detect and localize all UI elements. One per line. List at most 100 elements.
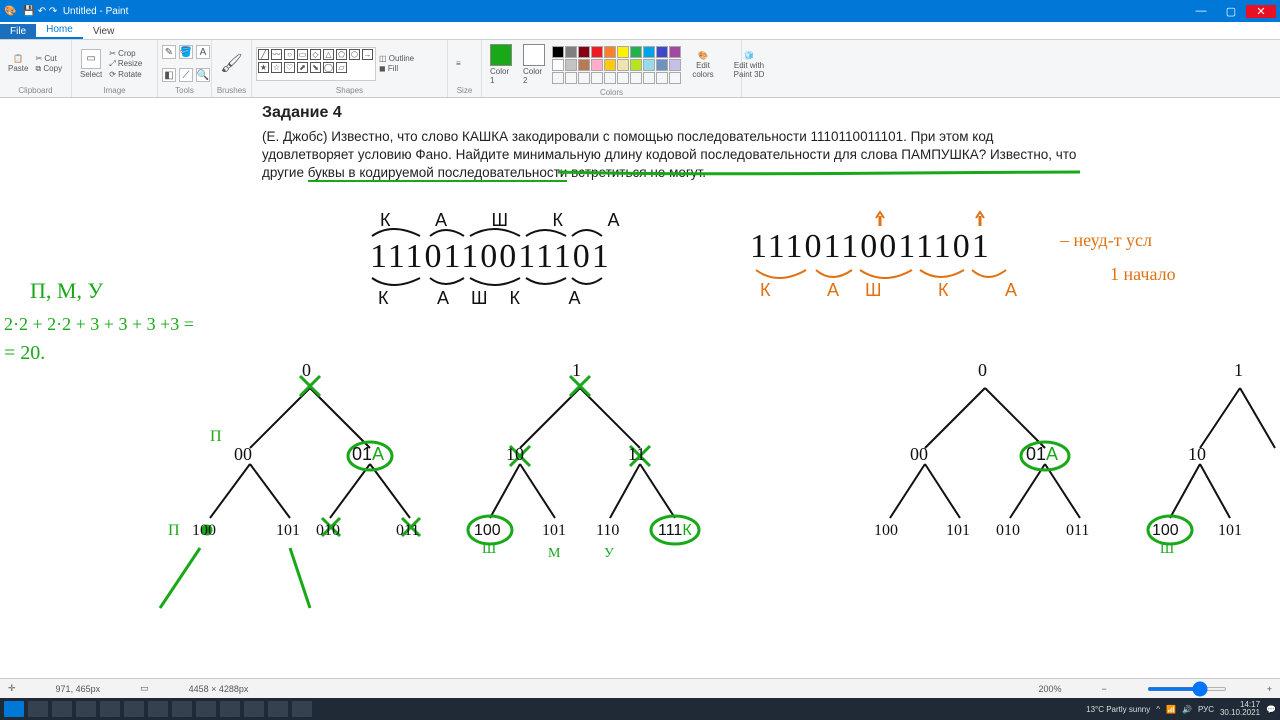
shapes-label: Shapes (256, 86, 443, 95)
tools-label: Tools (162, 86, 207, 95)
zoom-out-button[interactable]: − (1101, 684, 1106, 694)
t2-11: 11 (628, 444, 645, 465)
taskbar-app-10[interactable] (292, 701, 312, 717)
taskbar-app-7[interactable] (220, 701, 240, 717)
zoom-slider[interactable] (1147, 687, 1227, 691)
letters-top: К А Ш К А (380, 210, 640, 231)
cut-button[interactable]: ✂ Cut (35, 54, 62, 63)
canvas[interactable]: Задание 4 (Е. Джобс) Известно, что слово… (0, 98, 1280, 678)
t4-100: 100 (1152, 522, 1179, 540)
t1-010: 010 (316, 522, 340, 540)
tray-clock[interactable]: 14:1730.10.2021 (1220, 701, 1260, 717)
t4-root: 1 (1234, 360, 1243, 381)
t1-p: П (210, 428, 222, 446)
tray-notifications-icon[interactable]: 💬 (1266, 705, 1276, 714)
tray-network-icon[interactable]: 📶 (1166, 705, 1176, 714)
group-shapes: ╱〰○▭◇△⬠⬡ →★☆♡⬈⬊◯▱ ◫ Outline ◼ Fill Shape… (252, 40, 448, 97)
taskbar-app-1[interactable] (76, 701, 96, 717)
paint3d-icon: 🧊 (744, 51, 754, 60)
edit-colors-button[interactable]: 🎨 Edit colors (684, 49, 722, 81)
problem-heading: Задание 4 (262, 102, 1082, 124)
weather-widget[interactable]: 13°C Partly sunny (1086, 705, 1150, 714)
t1-000: 100 (192, 522, 216, 540)
tab-home[interactable]: Home (36, 22, 83, 39)
maximize-button[interactable]: ▢ (1216, 5, 1246, 18)
fill-tool[interactable]: 🪣 (179, 45, 193, 59)
tray-sound-icon[interactable]: 🔊 (1182, 705, 1192, 714)
calc-line1: 2·2 + 2·2 + 3 + 3 + 3 +3 = (4, 314, 194, 335)
group-colors: Color 1 Color 2 🎨 Edit colors 🧊 Edit wit… (482, 40, 742, 97)
taskbar-app-2[interactable] (100, 701, 120, 717)
select-button[interactable]: ▭ Select (76, 47, 106, 81)
copy-button[interactable]: ⧉ Copy (35, 64, 62, 74)
color2-button[interactable]: Color 2 (519, 42, 549, 87)
t2-101-m: М (548, 546, 560, 562)
size-icon: ≡ (456, 59, 461, 68)
taskbar-app-8[interactable] (244, 701, 264, 717)
outline-button[interactable]: ◫ Outline (379, 54, 414, 63)
picker-tool[interactable]: ⟋ (179, 68, 193, 82)
resize-button[interactable]: ⤢ Resize (109, 59, 142, 69)
t4-101: 101 (1218, 522, 1242, 540)
rotate-button[interactable]: ⟳ Rotate (109, 70, 142, 79)
tray-chevron-icon[interactable]: ^ (1156, 705, 1160, 714)
text-tool[interactable]: A (196, 45, 210, 59)
t2-110-u: У (604, 546, 614, 562)
titlebar: 🎨 💾 ↶ ↷ Untitled - Paint ― ▢ ✕ (0, 0, 1280, 22)
taskbar-app-9[interactable] (268, 701, 288, 717)
zoom-tool[interactable]: 🔍 (196, 68, 210, 82)
color-palette[interactable] (552, 46, 681, 84)
brushes-label: Brushes (216, 86, 247, 95)
fill-button[interactable]: ◼ Fill (379, 64, 414, 73)
pencil-tool[interactable]: ✎ (162, 45, 176, 59)
colors-label: Colors (486, 88, 737, 97)
paint-icon: 🎨 (4, 6, 16, 17)
shapes-gallery[interactable]: ╱〰○▭◇△⬠⬡ →★☆♡⬈⬊◯▱ (256, 47, 376, 81)
taskbar-app-6[interactable] (196, 701, 216, 717)
t3-01: 01А (1026, 444, 1058, 465)
color1-button[interactable]: Color 1 (486, 42, 516, 87)
t2-100: 100 (474, 522, 501, 540)
group-clipboard: 📋 Paste ✂ Cut ⧉ Copy Clipboard (0, 40, 72, 97)
canvas-size: 4458 × 4288px (189, 684, 249, 694)
close-button[interactable]: ✕ (1246, 5, 1276, 18)
quick-redo-icon[interactable]: ↷ (49, 6, 57, 17)
taskbar-app-5[interactable] (172, 701, 192, 717)
tray-lang[interactable]: РУС (1198, 705, 1214, 714)
eraser-tool[interactable]: ◧ (162, 68, 176, 82)
crop-button[interactable]: ✂ Crop (109, 49, 142, 58)
tab-file[interactable]: File (0, 24, 36, 39)
problem-text: Задание 4 (Е. Джобс) Известно, что слово… (262, 102, 1082, 182)
t1-pleaf: П (168, 522, 180, 540)
taskbar-app-3[interactable] (124, 701, 144, 717)
taskbar-app-4[interactable] (148, 701, 168, 717)
zoom-in-button[interactable]: + (1267, 684, 1272, 694)
quick-save-icon[interactable]: 💾 (22, 6, 34, 17)
taskbar-taskview[interactable] (52, 701, 72, 717)
t3-100: 100 (874, 522, 898, 540)
group-image: ▭ Select ✂ Crop ⤢ Resize ⟳ Rotate Image (72, 40, 158, 97)
select-icon: ▭ (81, 49, 101, 69)
zoom-level: 200% (1038, 684, 1061, 694)
tab-view[interactable]: View (83, 24, 125, 39)
problem-body: (Е. Джобс) Известно, что слово КАШКА зак… (262, 128, 1082, 183)
t3-root: 0 (978, 360, 987, 381)
canvas-area[interactable]: Задание 4 (Е. Джобс) Известно, что слово… (0, 98, 1280, 678)
pmu-note: П, М, У (30, 278, 103, 304)
minimize-button[interactable]: ― (1186, 5, 1216, 17)
system-tray[interactable]: 13°C Partly sunny ^ 📶 🔊 РУС 14:1730.10.2… (1086, 701, 1276, 717)
t2-111: 111К (658, 522, 692, 540)
paste-button[interactable]: 📋 Paste (4, 52, 32, 75)
t2-10: 10 (506, 444, 524, 465)
paint3d-button[interactable]: 🧊 Edit with Paint 3D (725, 49, 773, 81)
calc-line2: = 20. (4, 342, 45, 365)
t3-00: 00 (910, 444, 928, 465)
orange-note2: 1 начало (1110, 264, 1176, 285)
start-button[interactable] (4, 701, 24, 717)
t1-01: 01А (352, 444, 384, 465)
taskbar-search[interactable] (28, 701, 48, 717)
brush-icon: 🖌 (220, 53, 243, 74)
quick-undo-icon[interactable]: ↶ (38, 6, 46, 17)
size-button[interactable]: ≡ (452, 57, 465, 70)
brushes-button[interactable]: 🖌 (216, 51, 247, 76)
